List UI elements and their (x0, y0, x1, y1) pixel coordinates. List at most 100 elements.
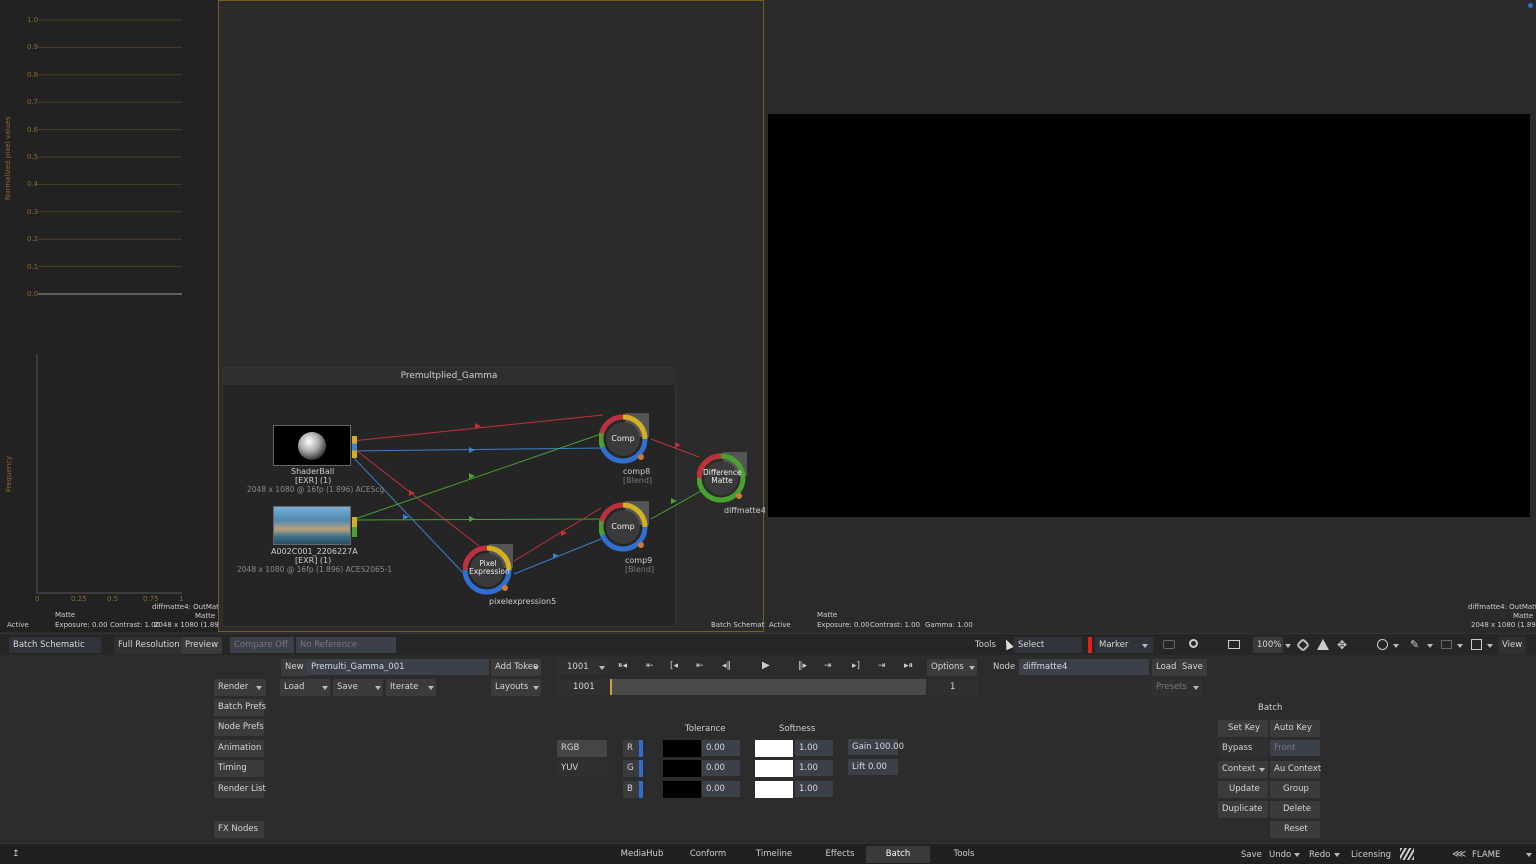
next-mark-icon[interactable]: ⇥ (824, 661, 832, 671)
auto-key-button[interactable]: Auto Key (1270, 720, 1320, 737)
licensing-button[interactable]: Licensing (1351, 850, 1391, 860)
chevron-down-icon[interactable] (1334, 853, 1340, 857)
left-stack-button[interactable]: Batch Prefs (214, 699, 266, 716)
compare-select[interactable]: Compare Off (230, 637, 294, 653)
channel-r-button[interactable]: R (623, 740, 643, 757)
channel-b-button[interactable]: B (623, 780, 643, 798)
node-comp9[interactable]: Comp (598, 501, 649, 552)
chevron-down-icon[interactable] (1457, 644, 1463, 648)
node-comp8[interactable]: Comp (598, 413, 649, 464)
tolerance-swatch[interactable] (663, 760, 701, 778)
yuv-button[interactable]: YUV (557, 760, 607, 777)
tolerance-swatch[interactable] (663, 780, 701, 798)
chevron-down-icon[interactable] (599, 666, 605, 670)
set-key-button[interactable]: Set Key (1218, 720, 1268, 737)
tolerance-swatch[interactable] (663, 740, 701, 757)
full-resolution-button[interactable]: Full Resolution (114, 637, 184, 654)
left-stack-button[interactable]: Render List (214, 780, 266, 798)
range-start-field[interactable]: 1001 (557, 679, 609, 695)
left-stack-button[interactable]: Node Prefs (214, 719, 264, 737)
chevron-down-icon[interactable] (1142, 644, 1148, 648)
tab-effects[interactable]: Effects (808, 846, 872, 863)
new-button[interactable]: New (281, 659, 308, 676)
lift-field[interactable]: Lift 0.00 (848, 759, 898, 775)
node-difference-matte[interactable]: Difference Matte (696, 452, 749, 504)
node-save-button[interactable]: Save (1178, 659, 1207, 676)
node-load-button[interactable]: Load (1152, 659, 1181, 676)
softness-value[interactable]: 1.00 (795, 740, 833, 756)
delete-button[interactable]: Delete (1270, 801, 1320, 818)
channel-g-button[interactable]: G (623, 760, 643, 778)
duplicate-button[interactable]: Duplicate (1218, 801, 1268, 818)
transform-icon[interactable] (1377, 639, 1388, 650)
step-back-icon[interactable]: ◂‖ (722, 661, 731, 671)
up-arrow-icon[interactable]: ↥ (12, 849, 20, 859)
chevron-down-icon[interactable] (1193, 686, 1199, 690)
guides-icon[interactable] (1471, 639, 1482, 650)
au-context-button[interactable]: Au Context (1270, 761, 1321, 778)
chevron-down-icon[interactable] (322, 686, 328, 690)
view-mode-select[interactable]: Batch Schematic (9, 637, 101, 653)
chevron-down-icon[interactable] (256, 686, 262, 690)
go-end-icon[interactable]: ▸] (852, 661, 860, 671)
tolerance-value[interactable]: 0.00 (702, 780, 740, 797)
front-field[interactable]: Front (1270, 740, 1320, 756)
softness-swatch[interactable] (755, 760, 793, 778)
footer-undo-button[interactable]: Undo (1269, 850, 1291, 860)
reset-button[interactable]: Reset (1270, 821, 1320, 838)
tab-timeline[interactable]: Timeline (742, 846, 806, 863)
softness-value[interactable]: 1.00 (795, 760, 833, 777)
left-stack-button[interactable]: Timing (214, 760, 264, 778)
footer-redo-button[interactable]: Redo (1309, 850, 1330, 860)
home-icon[interactable] (1317, 639, 1329, 650)
tolerance-value[interactable]: 0.00 (702, 740, 740, 756)
viewer-image[interactable] (768, 114, 1530, 517)
zoom-field[interactable]: 100% (1253, 637, 1283, 653)
chevron-down-icon[interactable] (1294, 853, 1300, 857)
prev-key-icon[interactable]: ⇤ (646, 661, 654, 671)
setup-name-field[interactable]: Premulti_Gamma_001 (307, 659, 489, 675)
node-shaderball[interactable] (273, 425, 357, 466)
split-view-icon[interactable] (1228, 640, 1240, 649)
chevron-down-icon[interactable] (1259, 768, 1265, 772)
gain-field[interactable]: Gain 100.00 (848, 739, 904, 755)
chevron-down-icon[interactable] (1285, 644, 1291, 648)
node-clip[interactable] (273, 506, 357, 545)
tab-batch[interactable]: Batch (866, 846, 930, 863)
softness-swatch[interactable] (755, 740, 793, 757)
overlay-icon[interactable] (1441, 640, 1452, 649)
search-icon[interactable] (1189, 639, 1198, 648)
next-key-icon[interactable]: ⇥ (878, 661, 886, 671)
left-stack-button[interactable]: Animation (214, 739, 264, 757)
pen-icon[interactable]: ✎ (1410, 638, 1419, 651)
select-tool[interactable]: Select (1014, 637, 1082, 653)
range-end-field[interactable]: 1 (928, 679, 978, 695)
fx-nodes-button[interactable]: FX Nodes (214, 821, 264, 838)
pan-icon[interactable]: ✥ (1337, 638, 1347, 652)
node-name-field[interactable]: diffmatte4 (1019, 659, 1149, 675)
link-icon[interactable] (1295, 637, 1311, 653)
bypass-button[interactable]: Bypass (1218, 740, 1268, 757)
chevron-down-icon[interactable] (1427, 644, 1433, 648)
footer-save-button[interactable]: Save (1241, 850, 1262, 860)
prev-mark-icon[interactable]: ⇤ (696, 661, 704, 671)
loop-end-icon[interactable]: ▸⏸ (904, 661, 913, 671)
tab-tools[interactable]: Tools (932, 846, 996, 863)
rgb-button[interactable]: RGB (557, 740, 607, 757)
player-viewer[interactable]: Matte Active Exposure: 0.00 Contrast: 1.… (765, 0, 1536, 632)
group-button[interactable]: Group (1270, 781, 1320, 798)
tab-mediahub[interactable]: MediaHub (610, 846, 674, 863)
go-start-icon[interactable]: [◂ (670, 661, 678, 671)
reference-select[interactable]: No Reference (296, 637, 396, 653)
play-icon[interactable]: ▶ (762, 660, 770, 671)
chevron-down-icon[interactable] (1393, 644, 1399, 648)
chevron-down-icon[interactable] (1526, 853, 1532, 857)
tolerance-value[interactable]: 0.00 (702, 760, 740, 777)
chevron-down-icon[interactable] (533, 666, 539, 670)
node-pixel-expression[interactable]: Pixel Expression (462, 544, 515, 596)
view-menu[interactable]: View (1498, 637, 1527, 654)
chevron-down-icon[interactable] (969, 666, 975, 670)
chevron-down-icon[interactable] (428, 686, 434, 690)
softness-swatch[interactable] (755, 780, 793, 798)
tab-conform[interactable]: Conform (676, 846, 740, 863)
